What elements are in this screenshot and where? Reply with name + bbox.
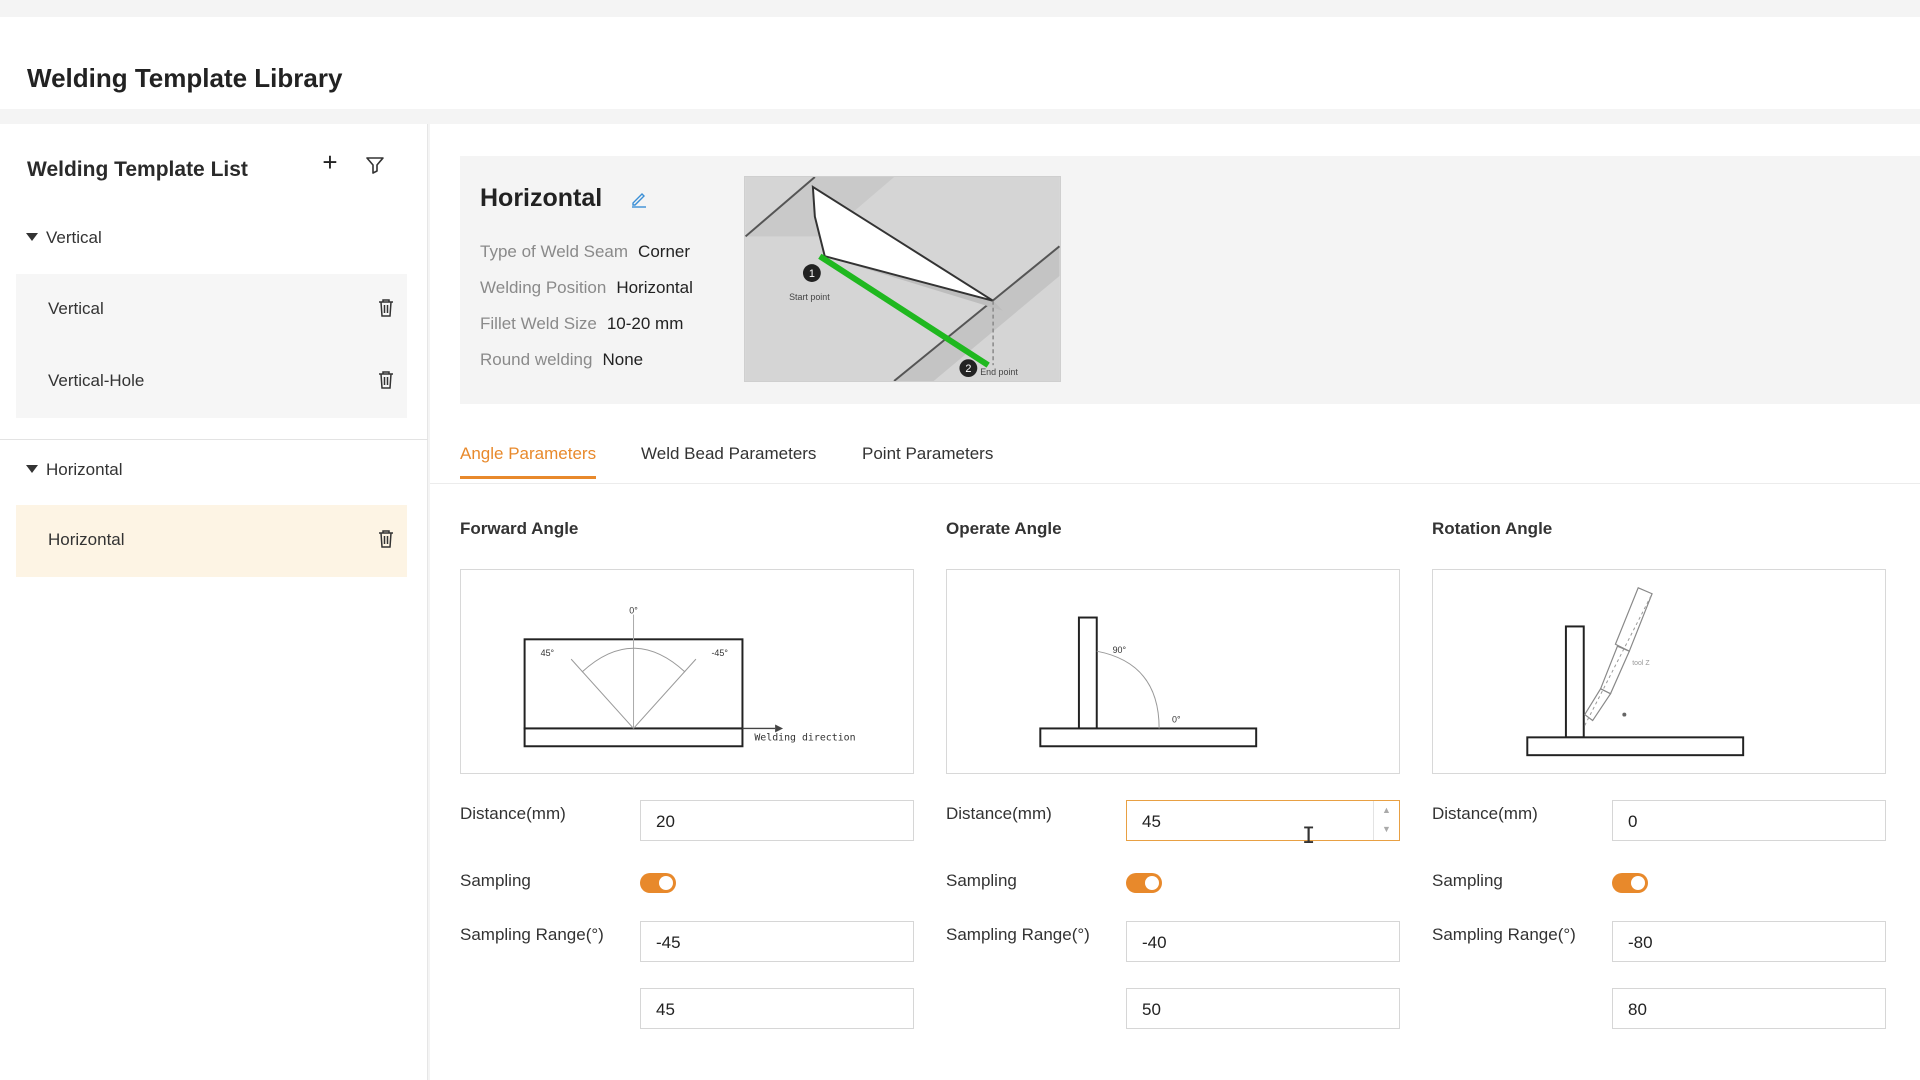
sidebar-title: Welding Template List xyxy=(27,158,248,181)
weld-seam-preview: 1 Start point 2 End point xyxy=(744,176,1061,382)
group-label: Vertical xyxy=(46,228,102,247)
rotation-angle-diagram: tool Z xyxy=(1432,569,1886,774)
parameter-tabs: Angle Parameters Weld Bead Parameters Po… xyxy=(430,424,1920,484)
operate-angle-diagram: 90° 0° xyxy=(946,569,1400,774)
add-template-button[interactable]: + xyxy=(318,149,342,175)
group-horizontal-toggle[interactable]: Horizontal xyxy=(26,460,123,480)
start-marker-number: 1 xyxy=(809,268,815,280)
trash-icon[interactable] xyxy=(377,298,395,318)
step-down-icon[interactable]: ▼ xyxy=(1374,820,1399,839)
start-point-label: Start point xyxy=(789,292,830,302)
page-title: Welding Template Library xyxy=(27,63,343,93)
text-cursor-icon: I xyxy=(1302,824,1316,849)
list-item-label: Horizontal xyxy=(48,530,125,549)
trash-icon[interactable] xyxy=(377,529,395,549)
main-panel: Horizontal Type of Weld Seam Corner Weldi… xyxy=(430,124,1920,1080)
edit-pencil-icon[interactable] xyxy=(630,190,648,208)
rotation-distance-input[interactable]: 0 xyxy=(1612,800,1886,841)
forward-range-max-input[interactable]: 45 xyxy=(640,988,914,1029)
operate-angle-title: Operate Angle xyxy=(946,519,1062,538)
tool-z-label: tool Z xyxy=(1632,660,1650,667)
forward-range-min-input[interactable]: -45 xyxy=(640,921,914,962)
info-value: Corner xyxy=(638,242,691,261)
tab-point-parameters[interactable]: Point Parameters xyxy=(862,444,993,476)
rotation-sampling-toggle[interactable] xyxy=(1612,873,1648,893)
info-value: None xyxy=(602,350,644,369)
list-item-horizontal[interactable]: Horizontal xyxy=(16,505,407,577)
operate-range-max-input[interactable]: 50 xyxy=(1126,988,1400,1029)
template-summary-card: Horizontal Type of Weld Seam Corner Weldi… xyxy=(460,156,1920,404)
operate-bottom-label: 0° xyxy=(1172,714,1181,724)
info-weld-seam: Type of Weld Seam Corner xyxy=(480,242,690,262)
info-key: Welding Position xyxy=(480,278,607,297)
welding-direction-label: Welding direction xyxy=(754,732,855,743)
forward-distance-input[interactable]: 20 xyxy=(640,800,914,841)
forward-range-label: Sampling Range(°) xyxy=(460,925,604,944)
operate-range-min-input[interactable]: -40 xyxy=(1126,921,1400,962)
group-vertical-toggle[interactable]: Vertical xyxy=(26,228,102,248)
operate-range-label: Sampling Range(°) xyxy=(946,925,1090,944)
info-welding-position: Welding Position Horizontal xyxy=(480,278,693,298)
info-key: Round welding xyxy=(480,350,593,369)
list-item-vertical-hole[interactable]: Vertical-Hole xyxy=(16,346,407,418)
list-item-label: Vertical-Hole xyxy=(48,371,145,390)
sidebar-divider xyxy=(0,439,428,440)
number-stepper[interactable]: ▲ ▼ xyxy=(1373,801,1399,840)
caret-down-icon xyxy=(26,232,38,241)
tab-angle-parameters[interactable]: Angle Parameters xyxy=(460,444,597,479)
header-bar: Welding Template Library xyxy=(0,17,1920,109)
forward-right-label: -45° xyxy=(711,648,728,658)
operate-top-label: 90° xyxy=(1113,645,1127,655)
rotation-range-max-input[interactable]: 80 xyxy=(1612,988,1886,1029)
forward-distance-label: Distance(mm) xyxy=(460,804,566,823)
rotation-range-label: Sampling Range(°) xyxy=(1432,925,1576,944)
forward-sampling-label: Sampling xyxy=(460,871,531,890)
info-key: Fillet Weld Size xyxy=(480,314,597,333)
tab-weld-bead-parameters[interactable]: Weld Bead Parameters xyxy=(641,444,816,476)
operate-distance-label: Distance(mm) xyxy=(946,804,1052,823)
info-value: Horizontal xyxy=(616,278,693,297)
end-point-label: End point xyxy=(980,367,1018,377)
info-value: 10-20 mm xyxy=(606,314,684,333)
forward-sampling-toggle[interactable] xyxy=(640,873,676,893)
step-up-icon[interactable]: ▲ xyxy=(1374,801,1399,820)
forward-zero-label: 0° xyxy=(629,606,638,616)
rotation-angle-title: Rotation Angle xyxy=(1432,519,1553,538)
info-round-welding: Round welding None xyxy=(480,350,643,370)
forward-angle-diagram: 0° 45° -45° Welding direction xyxy=(460,569,914,774)
filter-icon[interactable] xyxy=(364,154,386,176)
operate-distance-input[interactable]: 45 ▲ ▼ xyxy=(1126,800,1400,841)
template-list-sidebar: Welding Template List + Vertical Vertica… xyxy=(0,124,428,1080)
template-name: Horizontal xyxy=(480,184,603,212)
operate-sampling-label: Sampling xyxy=(946,871,1017,890)
forward-left-label: 45° xyxy=(541,648,555,658)
caret-down-icon xyxy=(26,464,38,473)
list-item-vertical[interactable]: Vertical xyxy=(16,274,407,346)
rotation-range-min-input[interactable]: -80 xyxy=(1612,921,1886,962)
operate-sampling-toggle[interactable] xyxy=(1126,873,1162,893)
trash-icon[interactable] xyxy=(377,370,395,390)
operate-distance-value: 45 xyxy=(1142,812,1161,831)
info-fillet-weld-size: Fillet Weld Size 10-20 mm xyxy=(480,314,683,334)
list-item-label: Vertical xyxy=(48,299,104,318)
rotation-sampling-label: Sampling xyxy=(1432,871,1503,890)
forward-angle-title: Forward Angle xyxy=(460,519,579,538)
info-key: Type of Weld Seam xyxy=(480,242,629,261)
end-marker-number: 2 xyxy=(965,363,971,375)
group-label: Horizontal xyxy=(46,460,123,479)
rotation-distance-label: Distance(mm) xyxy=(1432,804,1538,823)
